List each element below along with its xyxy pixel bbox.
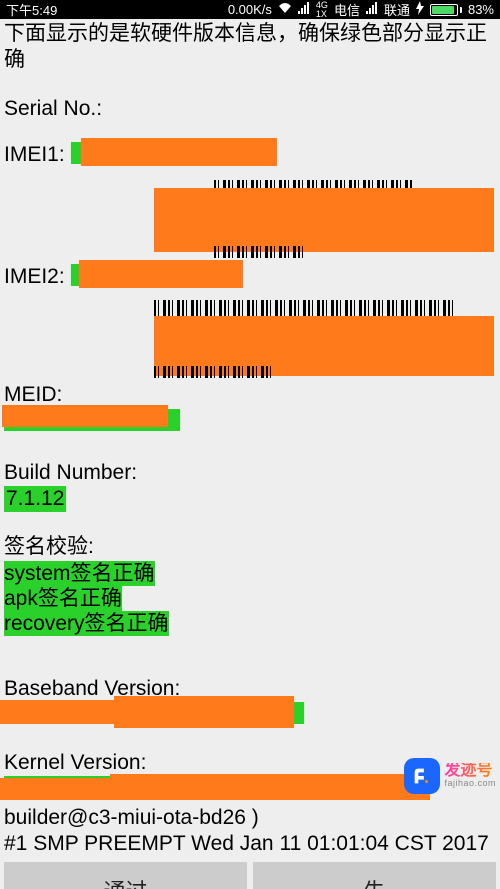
signature-apk: apk签名正确 (4, 586, 122, 611)
serial-no-label: Serial No.: (4, 96, 496, 122)
signature-system: system签名正确 (4, 561, 155, 586)
battery-icon (430, 4, 462, 16)
charging-icon (416, 1, 424, 18)
imei2-label: IMEI2: (4, 264, 71, 290)
watermark-logo-icon (404, 758, 440, 794)
kernel-build-time-line: #1 SMP PREEMPT Wed Jan 11 01:01:04 CST 2… (4, 831, 496, 857)
watermark-domain: fajihao.com (444, 779, 496, 788)
imei1-label: IMEI1: (4, 142, 71, 168)
signal-icon-1 (298, 2, 310, 17)
watermark-name: 发迹号 (444, 763, 496, 779)
meid-value-redacted (4, 409, 180, 431)
baseband-value-redacted (4, 702, 304, 724)
button-row: 通过 失 (0, 858, 500, 889)
signature-recovery: recovery签名正确 (4, 611, 169, 636)
status-carrier-1: 电信 (334, 0, 360, 19)
signal-icon-2 (366, 2, 378, 17)
build-number-value: 7.1.12 (4, 486, 66, 512)
signature-verify-label: 签名校验: (4, 534, 496, 560)
status-netspeed: 0.00K/s (228, 2, 272, 17)
imei2-barcode-redacted (154, 300, 496, 378)
status-bar: 下午5:49 0.00K/s 4G1X 电信 联通 83% (0, 0, 500, 19)
fail-button[interactable]: 失 (253, 862, 496, 889)
imei1-value-redacted (71, 142, 231, 164)
wifi-icon (278, 2, 292, 17)
status-time: 下午5:49 (6, 0, 57, 19)
status-battery-pct: 83% (468, 2, 494, 17)
build-number-label: Build Number: (4, 460, 496, 486)
instruction-text: 下面显示的是软硬件版本信息，确保绿色部分显示正确 (4, 21, 496, 74)
imei2-value-redacted (71, 264, 231, 286)
kernel-value-redacted (4, 776, 424, 798)
kernel-builder-line: builder@c3-miui-ota-bd26 ) (4, 805, 496, 831)
pass-button[interactable]: 通过 (4, 862, 247, 889)
watermark: 发迹号 fajihao.com (404, 758, 496, 794)
imei1-barcode-redacted (154, 180, 496, 258)
status-carrier-2: 联通 (384, 0, 410, 19)
info-content: 下面显示的是软硬件版本信息，确保绿色部分显示正确 Serial No.: IME… (0, 19, 500, 858)
network-type-icon: 4G1X (316, 1, 328, 19)
